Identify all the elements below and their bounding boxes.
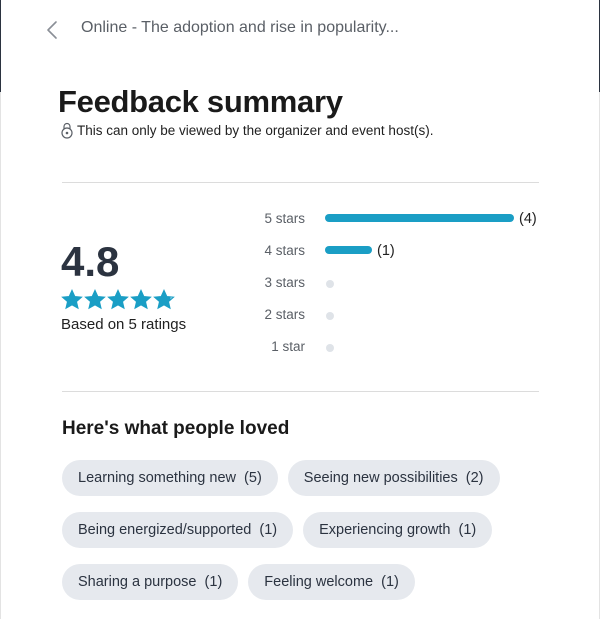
distribution-row: 3 stars [240, 272, 550, 294]
distribution-label: 1 star [271, 339, 305, 354]
feedback-chip[interactable]: Experiencing growth (1) [303, 512, 493, 548]
divider-middle [62, 391, 539, 392]
distribution-row: 1 star [240, 336, 550, 358]
event-title: Online - The adoption and rise in popula… [81, 19, 399, 36]
feedback-chip[interactable]: Being energized/supported (1) [62, 512, 294, 548]
distribution-bar [325, 214, 514, 224]
distribution-label: 2 stars [264, 307, 305, 322]
feedback-chip[interactable]: Feeling welcome (1) [248, 564, 415, 600]
star-icon [130, 289, 152, 310]
star-icon [61, 289, 83, 310]
loved-chips: Learning something new (5) Seeing new pos… [62, 460, 542, 616]
privacy-note-text: This can only be viewed by the organizer… [77, 122, 434, 138]
distribution-count: (1) [377, 243, 395, 259]
distribution-bar-fill [325, 246, 372, 254]
chip-row: Sharing a purpose (1) Feeling welcome (1) [62, 564, 542, 600]
distribution-label: 3 stars [264, 275, 305, 290]
lock-icon [61, 122, 73, 139]
distribution-bar [325, 246, 514, 256]
star-icon [107, 289, 129, 310]
distribution-label: 5 stars [264, 211, 305, 226]
back-button[interactable] [38, 16, 66, 44]
average-rating: 4.8 [61, 238, 120, 285]
distribution-row: 4 stars (1) [240, 240, 550, 262]
distribution-row: 2 stars [240, 304, 550, 326]
loved-section-title: Here's what people loved [62, 418, 290, 439]
feedback-chip[interactable]: Learning something new (5) [62, 460, 278, 496]
distribution-label: 4 stars [264, 243, 305, 258]
star-rating [61, 289, 175, 311]
privacy-note: This can only be viewed by the organizer… [60, 121, 433, 139]
feedback-chip[interactable]: Seeing new possibilities (2) [287, 460, 500, 496]
distribution-row: 5 stars (4) [240, 208, 550, 230]
distribution-empty-dot [326, 344, 334, 352]
feedback-chip[interactable]: Sharing a purpose (1) [62, 564, 239, 600]
star-icon [153, 289, 175, 310]
ratings-count: Based on 5 ratings [61, 316, 187, 333]
panel-border-left [0, 92, 1, 619]
distribution-count: (4) [519, 211, 537, 227]
distribution-bar-fill [325, 214, 514, 222]
page-title: Feedback summary [58, 84, 343, 119]
chip-row: Being energized/supported (1) Experiencin… [62, 512, 542, 548]
divider-top [62, 182, 539, 183]
star-icon [84, 289, 106, 310]
top-bar: Online - The adoption and rise in popula… [0, 0, 600, 60]
chip-row: Learning something new (5) Seeing new pos… [62, 460, 542, 496]
distribution-empty-dot [326, 312, 334, 320]
distribution-empty-dot [326, 280, 334, 288]
chevron-left-icon [47, 21, 57, 39]
